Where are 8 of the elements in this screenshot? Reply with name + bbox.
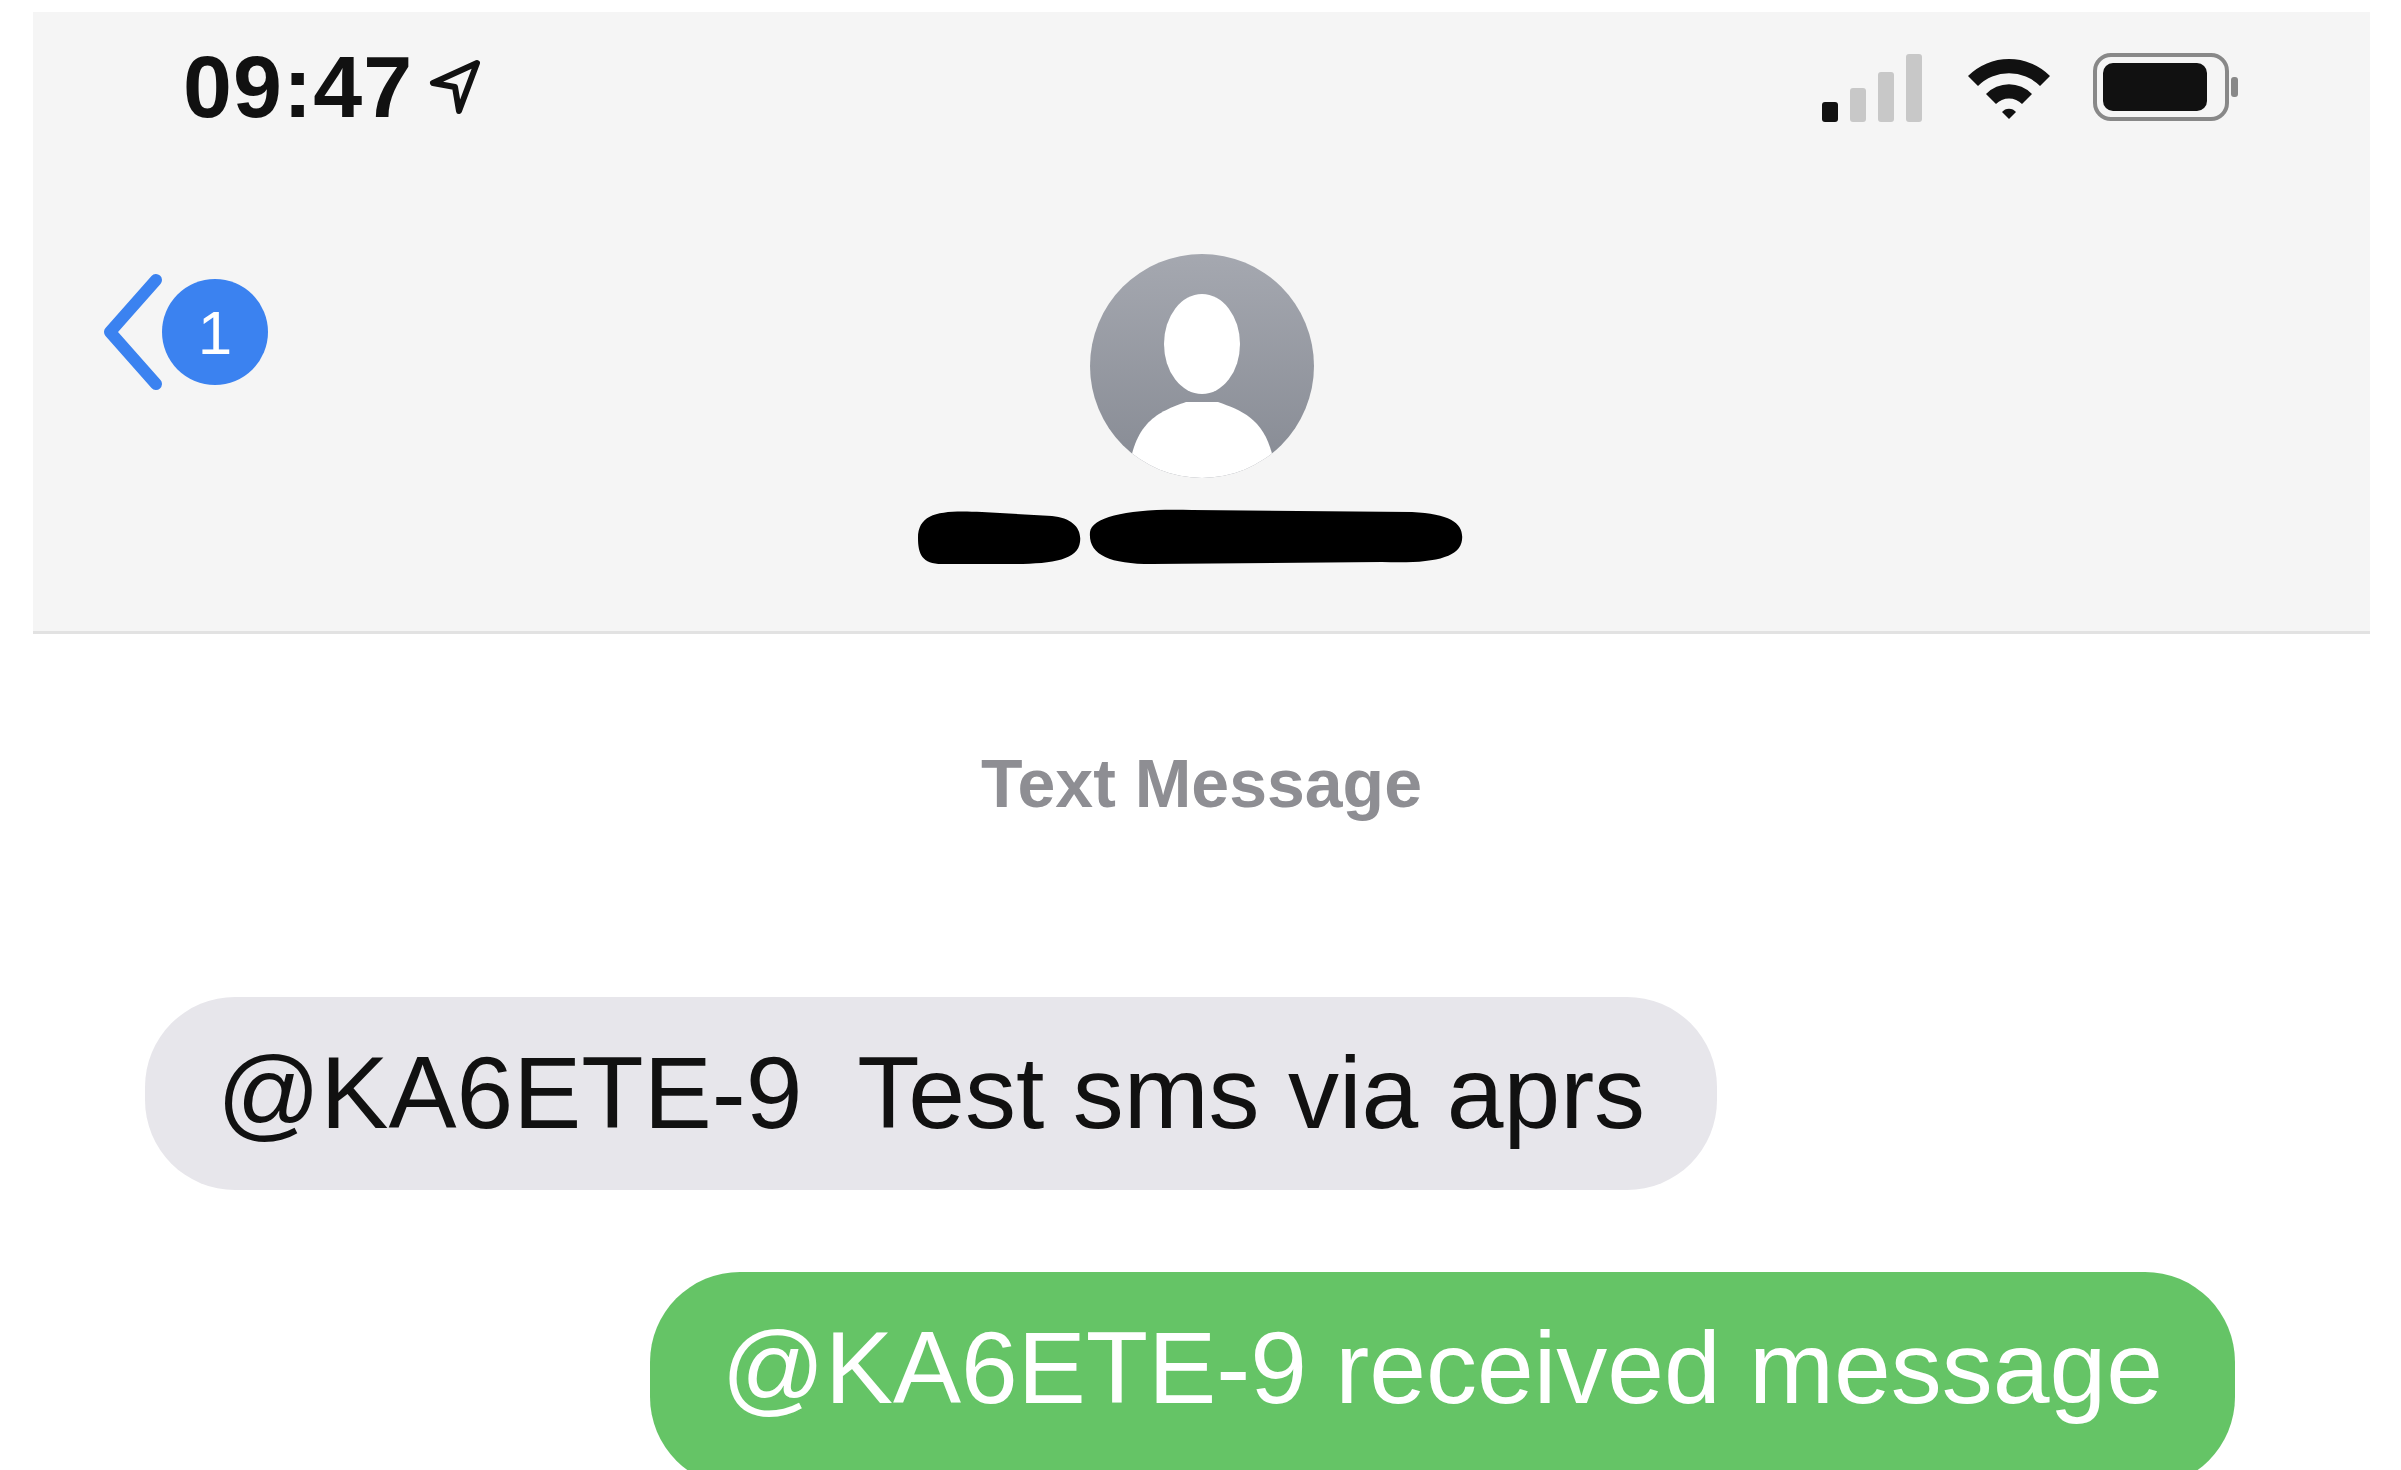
incoming-message: @KA6ETE-9 Test sms via aprs [145, 997, 1718, 1190]
service-label: Text Message [980, 744, 1423, 822]
contact-avatar-icon[interactable] [1087, 252, 1316, 480]
battery-icon [2092, 52, 2240, 122]
back-button[interactable]: 1 [98, 272, 268, 392]
outgoing-message: @KA6ETE-9 received message [649, 1272, 2235, 1470]
status-time: 09:47 [183, 36, 414, 138]
unread-badge: 1 [162, 279, 268, 385]
